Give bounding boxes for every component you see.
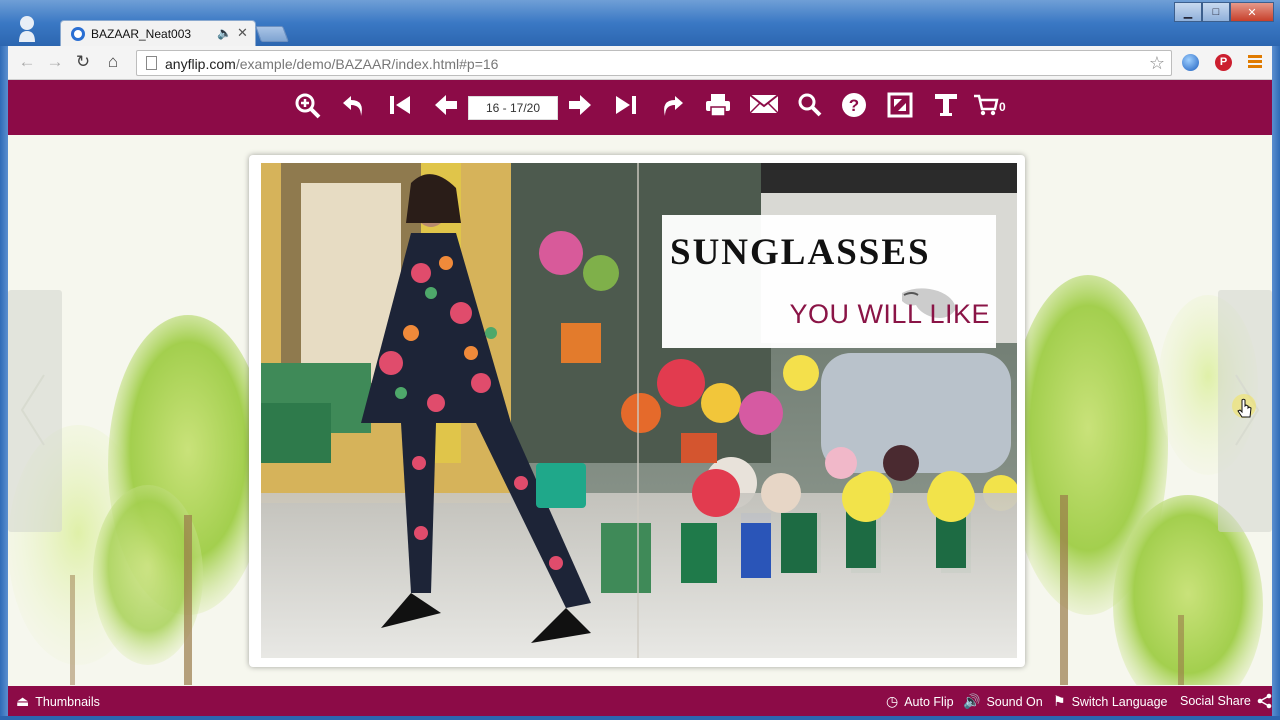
browser-tab[interactable]: BAZAAR_Neat003 🔈 ✕ xyxy=(60,20,256,46)
tab-favicon-icon xyxy=(71,27,85,41)
pinterest-extension-icon[interactable]: P xyxy=(1215,54,1232,71)
flag-icon: ⚑ xyxy=(1053,693,1066,709)
share-icon[interactable] xyxy=(656,92,688,122)
browser-toolbar: ← → ↻ ⌂ anyflip.com/example/demo/BAZAAR/… xyxy=(8,46,1272,80)
email-icon[interactable] xyxy=(748,92,780,122)
flipbook-toolbar: 16 - 17/20 ? 0 xyxy=(8,80,1272,135)
page-icon xyxy=(146,56,157,70)
first-page-icon[interactable] xyxy=(384,92,416,122)
maximize-button[interactable]: □ xyxy=(1202,2,1230,22)
new-tab-button[interactable] xyxy=(255,26,289,42)
eject-icon: ⏏ xyxy=(16,693,30,709)
search-icon[interactable] xyxy=(794,92,826,122)
url-path: /example/demo/BAZAAR/index.html#p=16 xyxy=(235,56,499,72)
cart-count: 0 xyxy=(999,100,1006,114)
social-share-button[interactable]: Social Share xyxy=(1180,693,1272,709)
profile-icon[interactable] xyxy=(16,14,38,42)
back-arrow-icon[interactable]: ← xyxy=(16,52,38,72)
cart-icon[interactable] xyxy=(970,92,1002,122)
prev-page-icon[interactable] xyxy=(430,92,462,122)
window-frame-left xyxy=(0,46,8,716)
clock-icon: ◷ xyxy=(886,693,899,709)
page-number-input[interactable]: 16 - 17/20 xyxy=(468,96,558,120)
next-page-icon[interactable] xyxy=(564,92,596,122)
social-share-label: Social Share xyxy=(1180,694,1251,708)
flipbook-viewer: 16 - 17/20 ? 0 SUNGLASSES YOU WILL LIKE … xyxy=(8,80,1272,716)
browser-menu-icon[interactable] xyxy=(1248,55,1262,69)
globe-extension-icon[interactable] xyxy=(1182,54,1199,71)
thumbnails-label: Thumbnails xyxy=(35,694,100,709)
reload-icon[interactable]: ↻ xyxy=(72,52,94,72)
url-host: anyflip.com xyxy=(165,56,236,72)
auto-flip-label: Auto Flip xyxy=(904,694,954,709)
help-icon[interactable]: ? xyxy=(838,92,870,122)
bookmark-star-icon[interactable]: ☆ xyxy=(1149,53,1165,74)
thumbnails-button[interactable]: ⏏ Thumbnails xyxy=(16,693,100,710)
address-bar[interactable]: anyflip.com/example/demo/BAZAAR/index.ht… xyxy=(136,50,1172,76)
zoom-in-icon[interactable] xyxy=(292,92,324,122)
text-icon[interactable] xyxy=(930,92,962,122)
back-icon[interactable] xyxy=(338,92,370,122)
last-page-icon[interactable] xyxy=(610,92,642,122)
home-icon[interactable]: ⌂ xyxy=(102,52,124,72)
previous-page-side-button[interactable] xyxy=(8,290,62,532)
window-frame-right xyxy=(1272,46,1280,716)
tab-title: BAZAAR_Neat003 xyxy=(91,27,192,41)
svg-text:?: ? xyxy=(849,96,859,115)
window-titlebar: BAZAAR_Neat003 🔈 ✕ ▁ □ ✕ xyxy=(0,0,1280,46)
hand-cursor-icon xyxy=(1232,394,1256,418)
sound-button[interactable]: 🔊 Sound On xyxy=(963,693,1043,710)
window-frame-bottom xyxy=(0,716,1280,720)
book-spread[interactable]: SUNGLASSES YOU WILL LIKE xyxy=(249,155,1025,667)
speaker-icon[interactable]: 🔈 xyxy=(217,26,232,40)
switch-language-label: Switch Language xyxy=(1071,694,1168,709)
auto-flip-button[interactable]: ◷ Auto Flip xyxy=(886,693,954,710)
sound-on-label: Sound On xyxy=(986,694,1043,709)
forward-arrow-icon[interactable]: → xyxy=(44,52,66,72)
print-icon[interactable] xyxy=(702,92,734,122)
speaker-icon: 🔊 xyxy=(963,693,981,709)
close-window-button[interactable]: ✕ xyxy=(1230,2,1274,22)
tab-close-icon[interactable]: ✕ xyxy=(237,25,248,41)
headline-subtitle: YOU WILL LIKE xyxy=(789,299,990,329)
minimize-button[interactable]: ▁ xyxy=(1174,2,1202,22)
headline-title: SUNGLASSES xyxy=(670,232,931,273)
headline-card: SUNGLASSES YOU WILL LIKE xyxy=(662,215,996,348)
switch-language-button[interactable]: ⚑ Switch Language xyxy=(1053,693,1167,710)
share-nodes-icon xyxy=(1257,693,1272,709)
fullscreen-icon[interactable] xyxy=(884,92,916,122)
flipbook-footer: ⏏ Thumbnails ◷ Auto Flip 🔊 Sound On ⚑ Sw… xyxy=(8,686,1272,716)
url-text: anyflip.com/example/demo/BAZAAR/index.ht… xyxy=(165,56,498,72)
